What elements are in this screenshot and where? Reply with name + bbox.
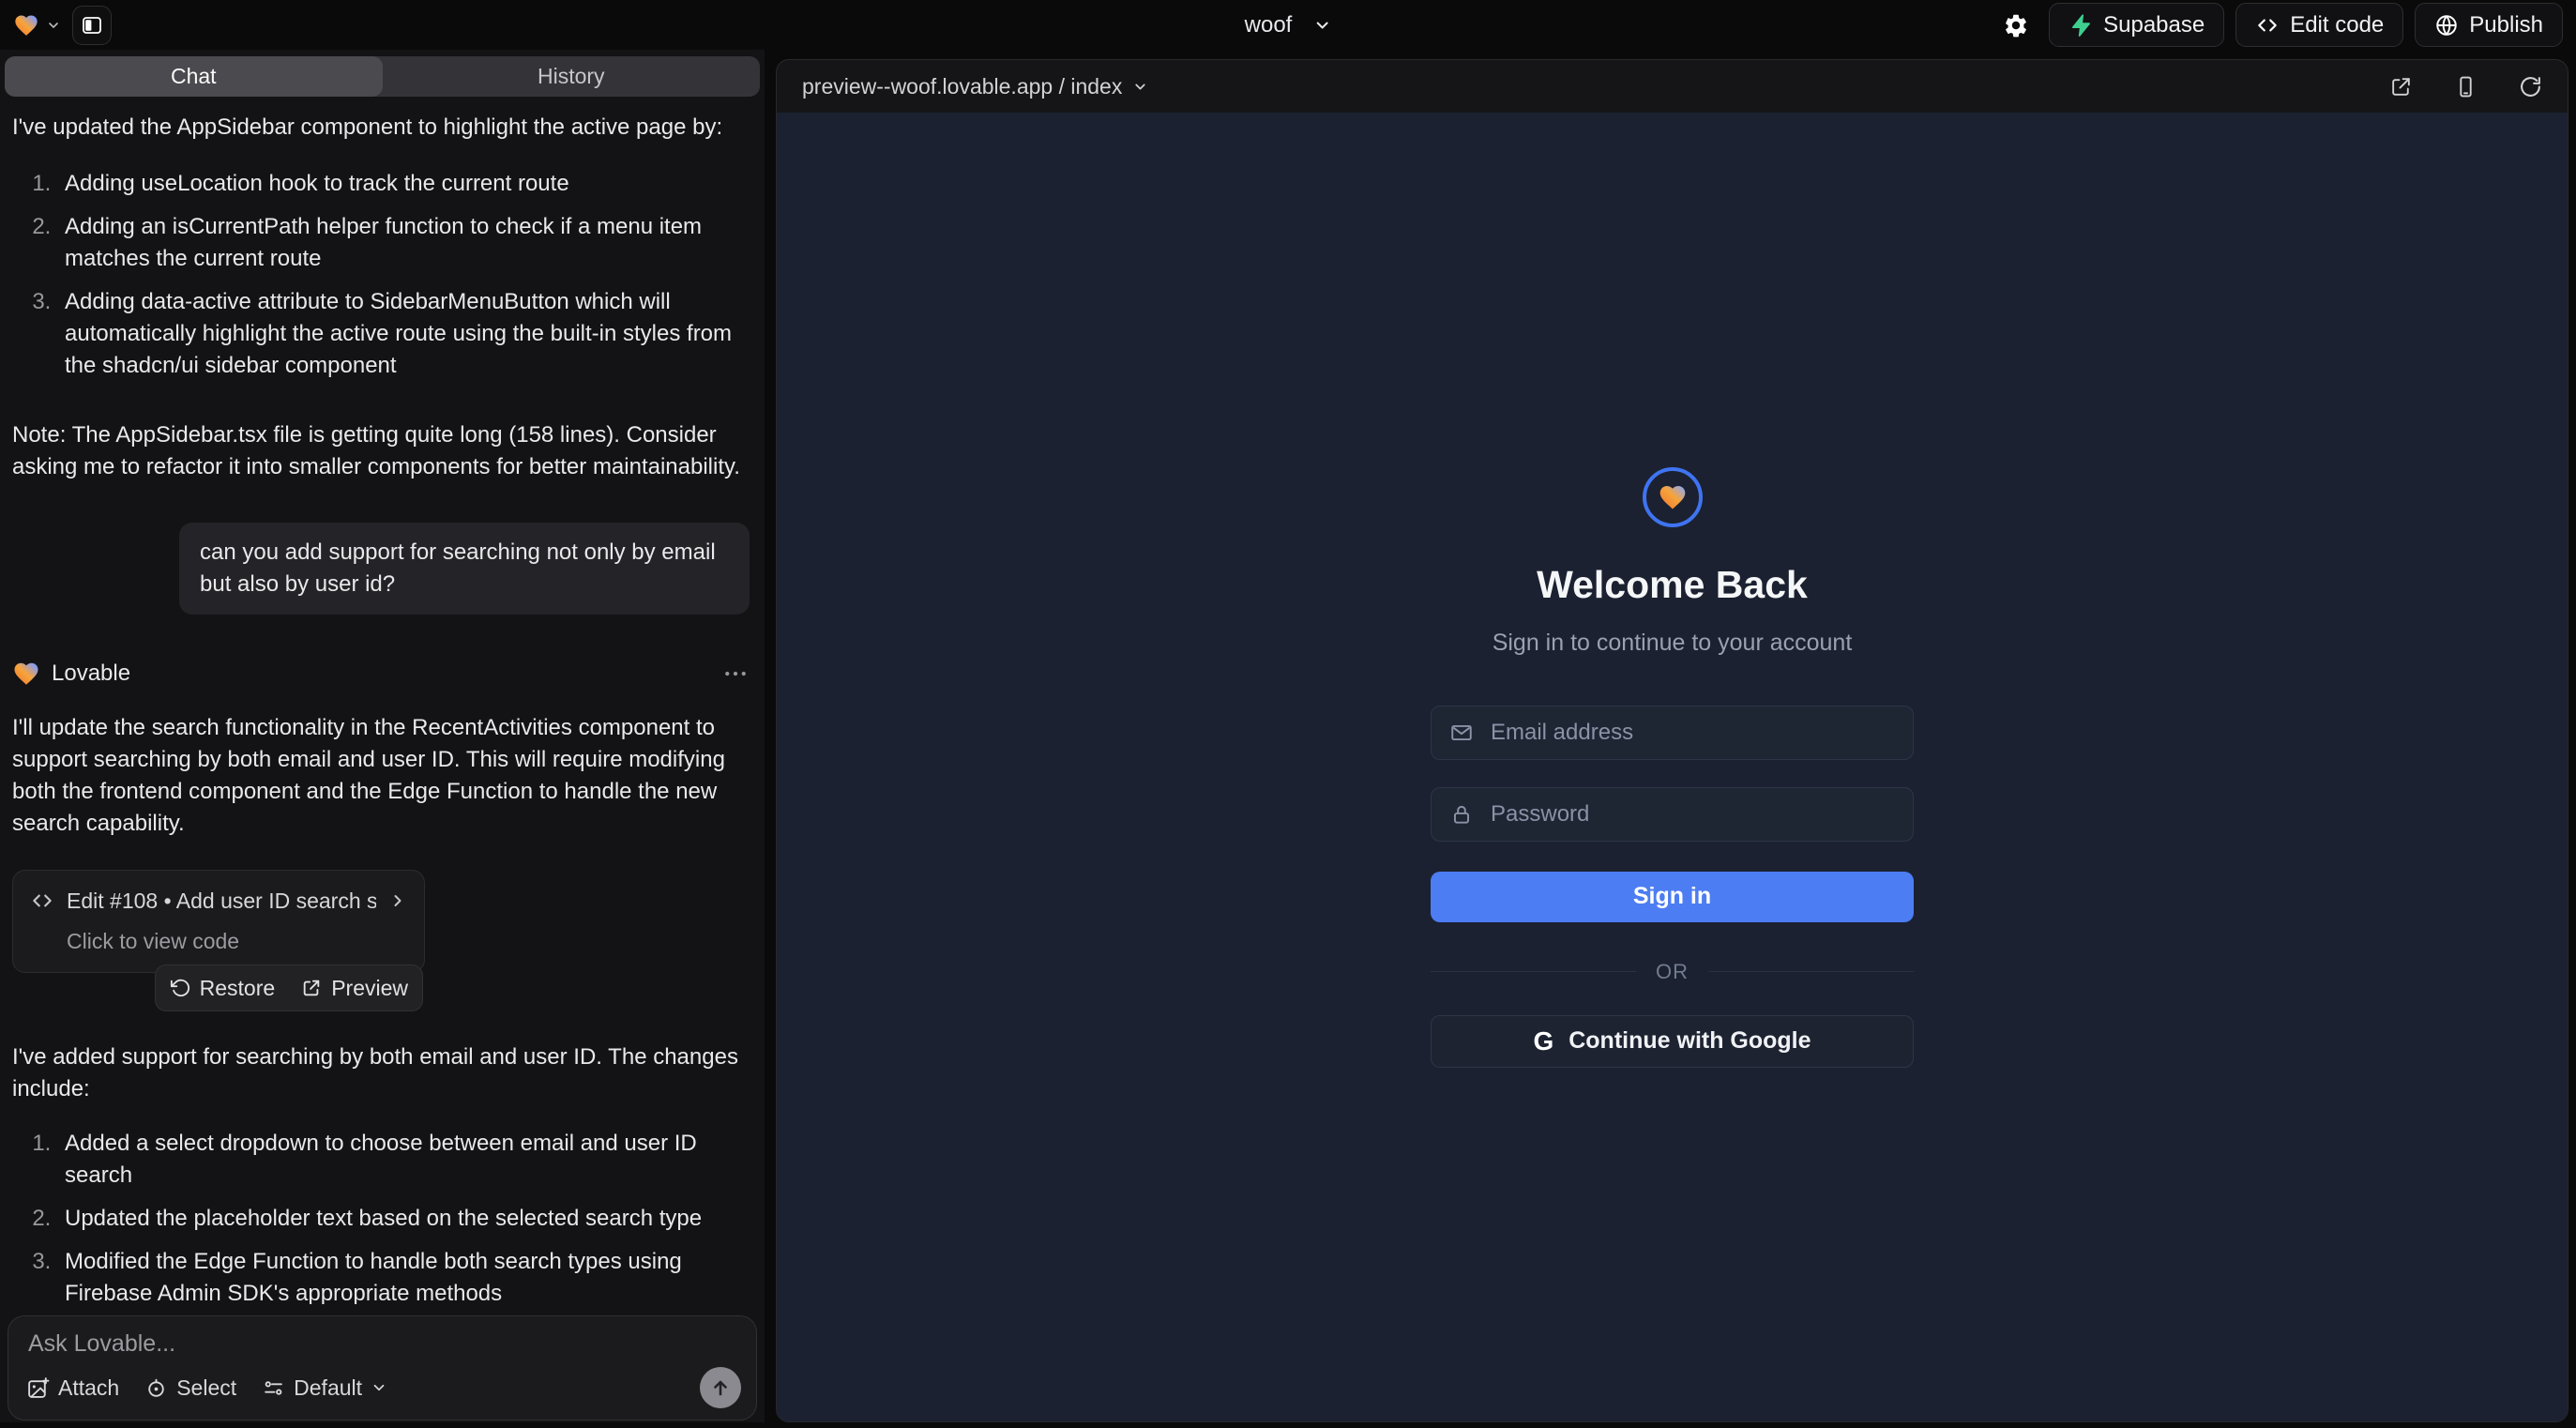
- globe-icon: [2434, 13, 2459, 38]
- assistant-paragraph: I've added support for searching by both…: [12, 1041, 750, 1105]
- login-card: Welcome Back Sign in to continue to your…: [1431, 467, 1914, 1068]
- chevron-down-icon[interactable]: [1132, 79, 1148, 95]
- password-field-wrap: [1431, 787, 1914, 842]
- toggle-sidebar-button[interactable]: [72, 6, 112, 45]
- restore-label: Restore: [200, 972, 276, 1004]
- edit-card[interactable]: Edit #108 • Add user ID search supp... C…: [12, 870, 425, 973]
- password-field[interactable]: [1489, 800, 1895, 828]
- supabase-button[interactable]: Supabase: [2049, 3, 2224, 47]
- select-label: Select: [176, 1375, 236, 1401]
- send-button[interactable]: [700, 1367, 741, 1408]
- preview-toolbar: preview--woof.lovable.app / index: [777, 60, 2568, 113]
- assistant-header: Lovable: [12, 658, 750, 690]
- publish-label: Publish: [2469, 12, 2543, 38]
- assistant-note: Note: The AppSidebar.tsx file is getting…: [12, 419, 750, 483]
- list-item: Adding useLocation hook to track the cur…: [57, 168, 750, 200]
- lock-icon: [1449, 802, 1474, 827]
- email-field-wrap: [1431, 706, 1914, 760]
- composer: Attach Select Default: [8, 1315, 757, 1420]
- edit-card-actions: Restore Preview: [155, 965, 423, 1011]
- or-divider: OR: [1431, 960, 1914, 984]
- select-button[interactable]: Select: [144, 1375, 236, 1401]
- tab-history[interactable]: History: [383, 56, 761, 97]
- chevron-down-icon: [1312, 16, 1331, 35]
- arrow-up-icon: [709, 1376, 732, 1399]
- message-menu-icon[interactable]: [721, 660, 750, 688]
- code-brackets-icon: [2255, 13, 2280, 38]
- chevron-down-icon: [371, 1379, 387, 1396]
- settings-button[interactable]: [1994, 4, 2038, 47]
- mode-label: Default: [294, 1375, 362, 1401]
- code-brackets-icon: [30, 889, 54, 913]
- chat-input[interactable]: [26, 1329, 741, 1359]
- lovable-logo-menu[interactable]: [13, 12, 61, 38]
- target-select-icon: [144, 1376, 168, 1400]
- email-field[interactable]: [1489, 719, 1895, 747]
- mode-selector[interactable]: Default: [262, 1375, 387, 1401]
- continue-with-google-button[interactable]: G Continue with Google: [1431, 1015, 1914, 1068]
- chat-scroll-area[interactable]: I've updated the AppSidebar component to…: [0, 97, 765, 1304]
- preview-label: Preview: [331, 972, 408, 1004]
- list-item: Updated the placeholder text based on th…: [57, 1203, 750, 1235]
- preview-viewport: Welcome Back Sign in to continue to your…: [777, 113, 2568, 1421]
- edit-card-wrap: Edit #108 • Add user ID search supp... C…: [12, 870, 425, 1011]
- chat-history-tabs: Chat History: [5, 56, 760, 97]
- supabase-icon: [2068, 13, 2093, 38]
- list-item: Added a select dropdown to choose betwee…: [57, 1128, 750, 1192]
- sliders-icon: [262, 1376, 285, 1400]
- chat-panel: Chat History I've updated the AppSidebar…: [0, 50, 765, 1422]
- assistant-name: Lovable: [52, 658, 130, 690]
- preview-button[interactable]: Preview: [301, 972, 408, 1004]
- external-link-icon: [301, 978, 322, 998]
- preview-url[interactable]: preview--woof.lovable.app / index: [802, 74, 1122, 99]
- list-item: Adding data-active attribute to SidebarM…: [57, 286, 750, 382]
- app-logo: [1643, 467, 1703, 527]
- top-bar: woof Supabase Edit code Publish: [0, 0, 2576, 50]
- tab-chat[interactable]: Chat: [5, 56, 383, 97]
- refresh-icon[interactable]: [2519, 75, 2542, 99]
- attach-button[interactable]: Attach: [26, 1375, 119, 1401]
- chevron-down-icon: [46, 18, 61, 33]
- project-switcher[interactable]: woof: [1245, 0, 1332, 50]
- page-subtitle: Sign in to continue to your account: [1493, 630, 1853, 657]
- lovable-heart-icon: [13, 12, 39, 38]
- image-attach-icon: [26, 1376, 50, 1400]
- assistant-list: Adding useLocation hook to track the cur…: [12, 168, 750, 393]
- login-form: Sign in OR G Continue with Google: [1431, 677, 1914, 1068]
- supabase-label: Supabase: [2103, 12, 2205, 38]
- user-message-bubble: can you add support for searching not on…: [179, 523, 750, 615]
- edit-code-label: Edit code: [2290, 12, 2384, 38]
- assistant-paragraph: I've updated the AppSidebar component to…: [12, 112, 750, 144]
- page-title: Welcome Back: [1537, 563, 1808, 607]
- edit-card-subtitle: Click to view code: [67, 925, 407, 957]
- sign-in-button[interactable]: Sign in: [1431, 872, 1914, 922]
- gear-icon: [2003, 12, 2029, 38]
- preview-panel: preview--woof.lovable.app / index: [776, 59, 2568, 1422]
- list-item: Adding an isCurrentPath helper function …: [57, 211, 750, 275]
- restore-icon: [170, 978, 190, 998]
- edit-code-button[interactable]: Edit code: [2235, 3, 2403, 47]
- envelope-icon: [1449, 721, 1474, 745]
- google-label: Continue with Google: [1568, 1027, 1811, 1055]
- sidebar-panel-icon: [81, 14, 103, 37]
- chevron-right-icon: [388, 891, 407, 910]
- mobile-view-icon[interactable]: [2454, 75, 2478, 99]
- assistant-list: Added a select dropdown to choose betwee…: [12, 1128, 750, 1304]
- attach-label: Attach: [58, 1375, 119, 1401]
- edit-card-title: Edit #108 • Add user ID search supp...: [67, 885, 376, 917]
- assistant-paragraph: I'll update the search functionality in …: [12, 712, 750, 840]
- lovable-heart-icon: [12, 660, 40, 688]
- project-name: woof: [1245, 12, 1293, 38]
- google-g-icon: G: [1533, 1026, 1553, 1056]
- heart-icon: [1658, 482, 1688, 512]
- restore-button[interactable]: Restore: [170, 972, 276, 1004]
- list-item: Modified the Edge Function to handle bot…: [57, 1246, 750, 1304]
- or-label: OR: [1656, 960, 1689, 984]
- open-in-new-tab-icon[interactable]: [2389, 75, 2413, 99]
- publish-button[interactable]: Publish: [2415, 3, 2563, 47]
